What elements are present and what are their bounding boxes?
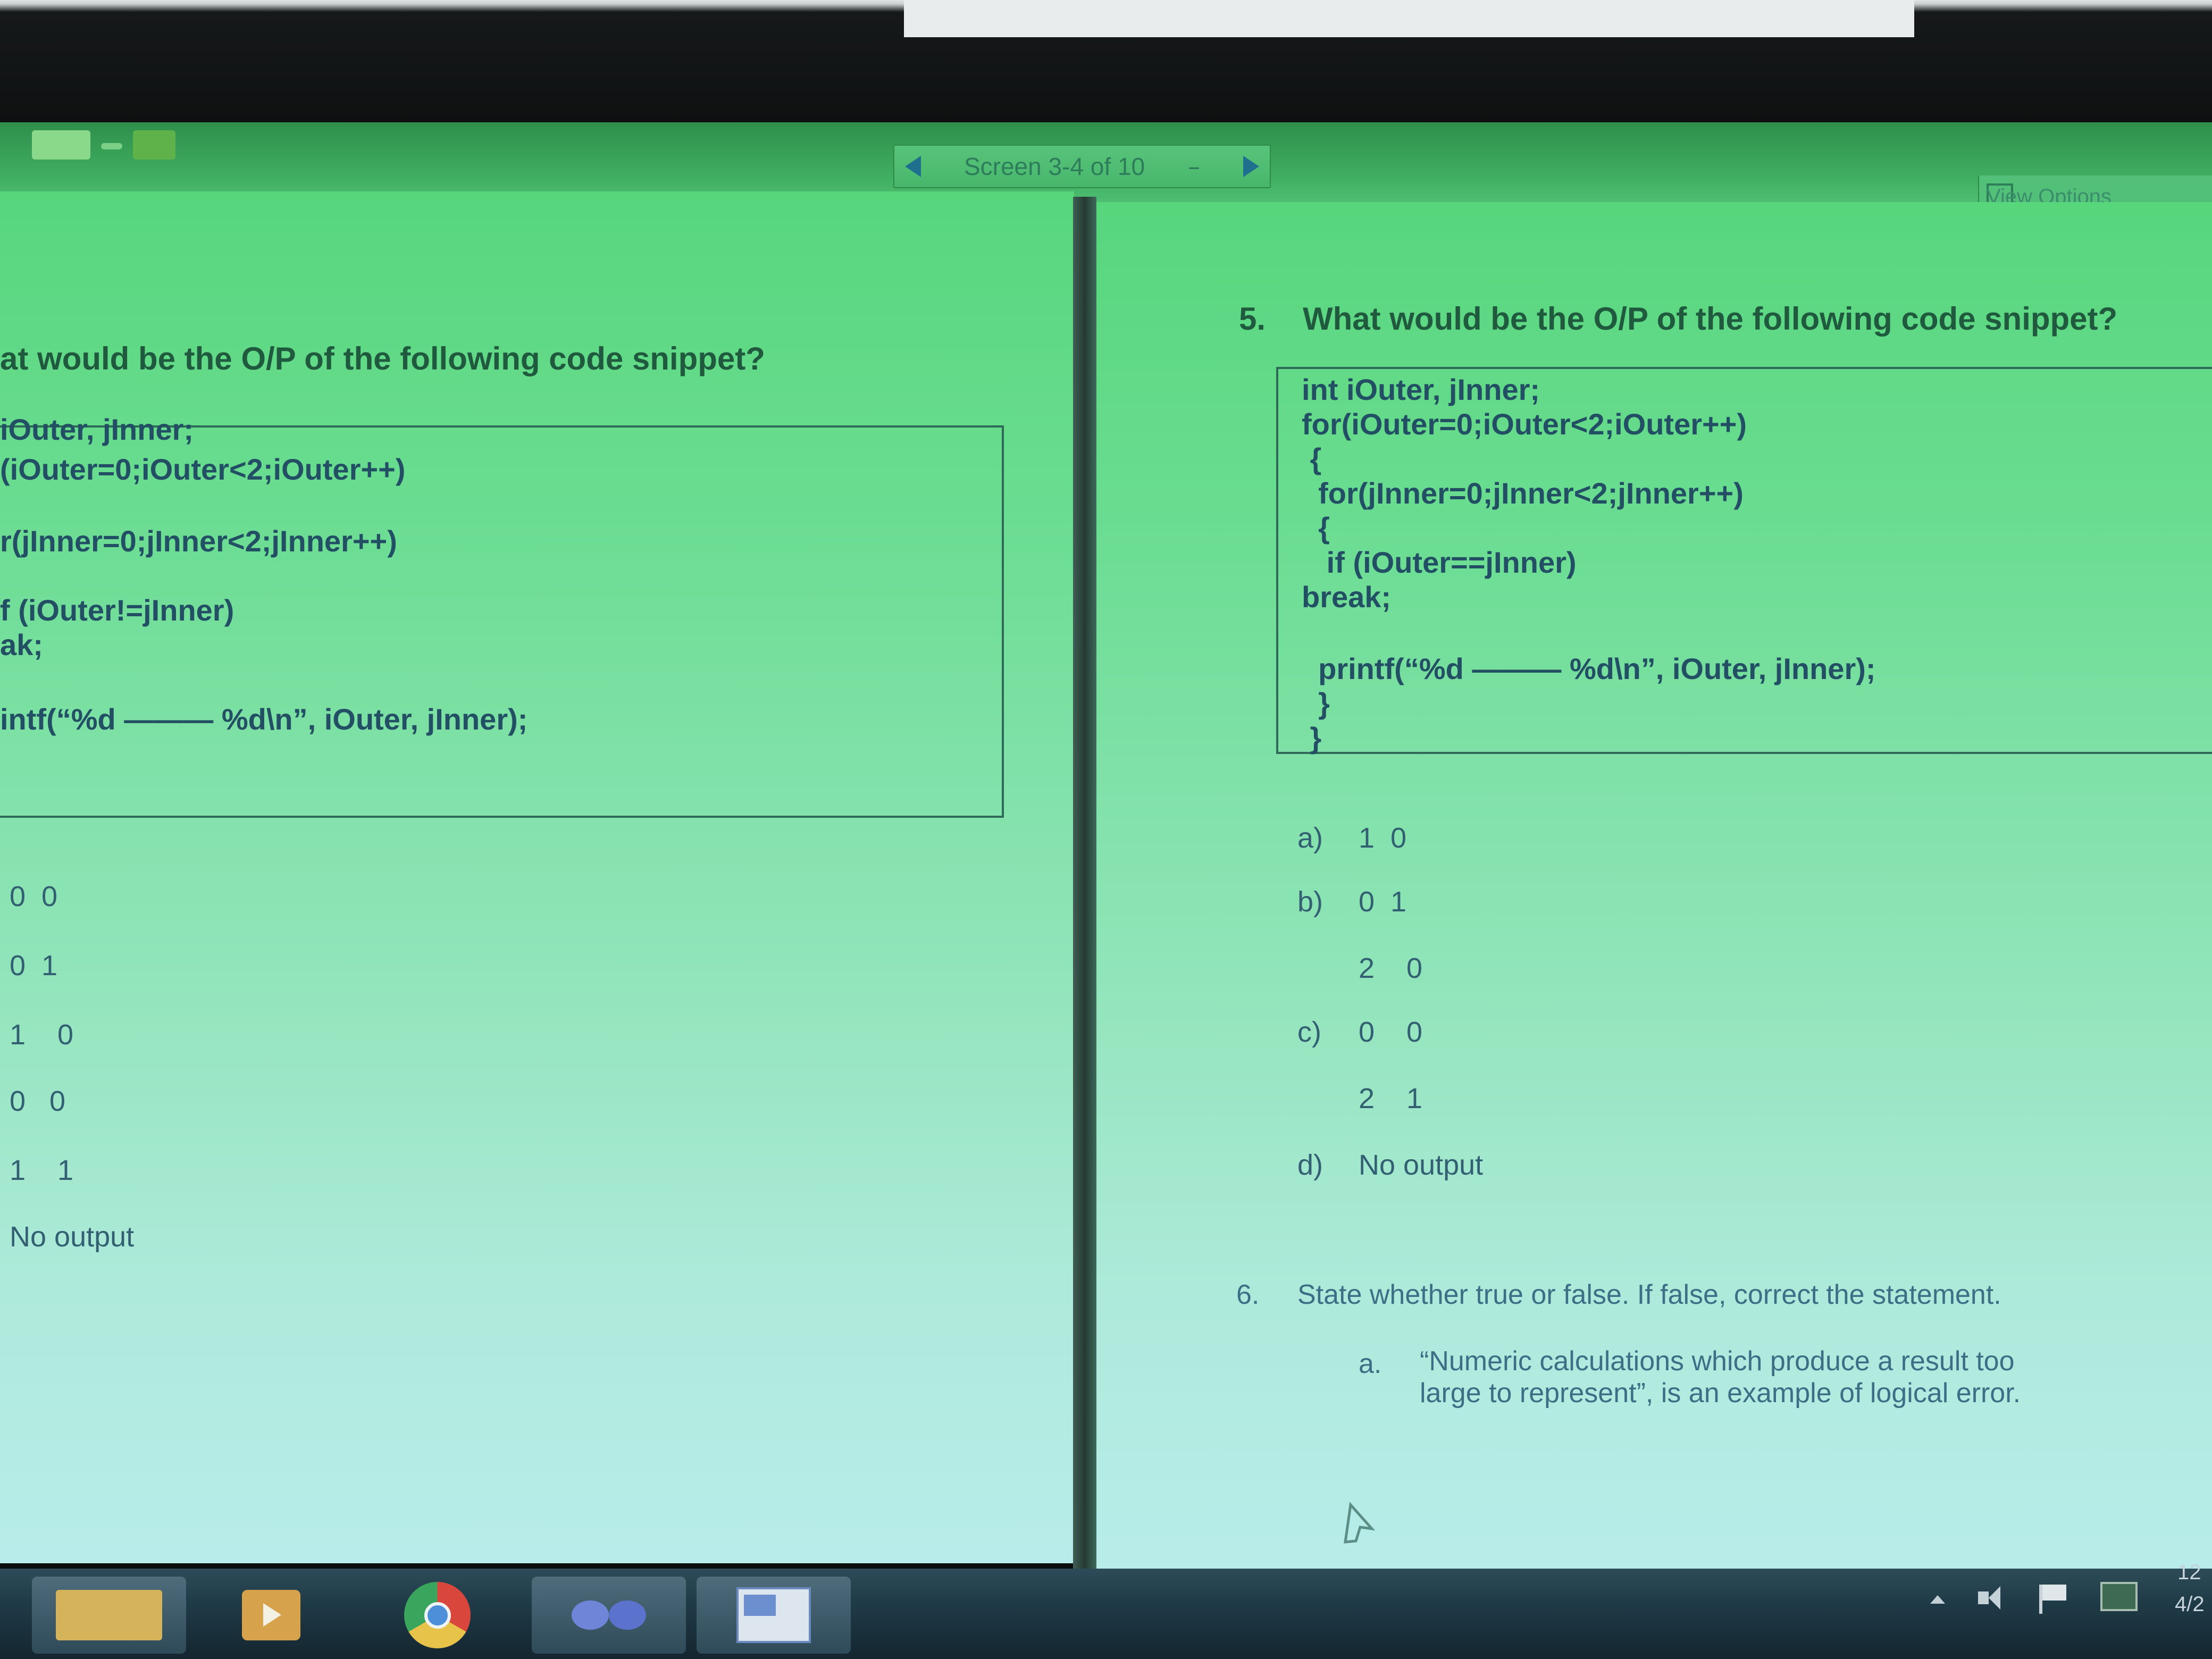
taskbar-button-chrome[interactable]	[367, 1577, 521, 1654]
q6-item-line: “Numeric calculations which produce a re…	[1420, 1346, 2015, 1377]
q6-title: State whether true or false. If false, c…	[1297, 1279, 2001, 1310]
taskbar-button-word[interactable]	[697, 1577, 851, 1654]
clock-time[interactable]: 12	[2177, 1561, 2201, 1585]
page-divider	[1073, 197, 1096, 1574]
monitor-bezel	[0, 0, 2212, 133]
q5-title: What would be the O/P of the following c…	[1303, 301, 2118, 337]
q6-number: 6.	[1236, 1279, 1260, 1310]
right-code-line: break;	[1302, 580, 1392, 614]
left-option: No output	[10, 1221, 135, 1253]
q6-item-letter: a.	[1359, 1348, 1382, 1379]
left-option: 0 0	[10, 1085, 66, 1117]
right-code-line: for(jInner=0;jInner<2;jInner++)	[1302, 476, 1744, 510]
right-code-line: printf(“%d ——— %d\n”, iOuter, jInner);	[1302, 652, 1876, 685]
next-screen-arrow-icon[interactable]	[1243, 156, 1259, 177]
left-option: 0 1	[10, 950, 58, 982]
option-value: 2 1	[1359, 1083, 1423, 1115]
option-letter: a)	[1297, 822, 1323, 854]
q6-item-line: large to represent”, is an example of lo…	[1420, 1378, 2021, 1409]
media-player-icon	[242, 1590, 300, 1640]
mouse-cursor-icon	[1344, 1502, 1376, 1544]
file-explorer-icon	[56, 1590, 162, 1640]
left-code-line: ak;	[0, 628, 43, 661]
left-option: 1 0	[10, 1019, 74, 1051]
screen-dash: –	[1188, 152, 1201, 181]
option-value: 0 1	[1359, 886, 1407, 918]
left-option: 1 1	[10, 1154, 74, 1186]
option-value: 1 0	[1359, 822, 1407, 854]
right-code-line: if (iOuter==jInner)	[1302, 546, 1577, 579]
q5-number: 5.	[1239, 301, 1266, 337]
taskbar-button-infinity[interactable]	[532, 1577, 686, 1654]
volume-icon[interactable]	[1978, 1582, 2010, 1614]
word-icon	[736, 1587, 811, 1643]
infinity-app-icon	[572, 1601, 646, 1630]
option-letter: b)	[1297, 886, 1323, 918]
option-value: No output	[1359, 1149, 1484, 1181]
left-page	[0, 191, 1074, 1563]
separator	[101, 143, 122, 149]
quick-access-toolbar	[21, 125, 175, 167]
left-question-title: at would be the O/P of the following cod…	[0, 341, 765, 376]
left-code-line: iOuter, jInner;	[0, 413, 194, 446]
chrome-icon	[404, 1582, 471, 1648]
show-hidden-icons-icon[interactable]	[1930, 1595, 1945, 1604]
network-icon[interactable]	[2100, 1582, 2138, 1611]
undo-icon[interactable]	[32, 130, 90, 160]
option-value: 2 0	[1359, 952, 1423, 984]
taskbar-button-explorer[interactable]	[32, 1577, 186, 1654]
option-letter: c)	[1297, 1016, 1321, 1048]
option-letter: d)	[1297, 1149, 1323, 1181]
background-wall	[904, 0, 1914, 37]
right-code-line: {	[1302, 442, 1322, 475]
clock-date[interactable]: 4/2	[2175, 1593, 2205, 1616]
screen-navigator: Screen 3-4 of 10 –	[893, 145, 1271, 188]
right-code-line: }	[1302, 686, 1330, 720]
action-center-flag-icon[interactable]	[2037, 1582, 2074, 1614]
left-option: 0 0	[10, 881, 58, 912]
left-code-line: intf(“%d ——— %d\n”, iOuter, jInner);	[0, 702, 528, 736]
left-code-line: (iOuter=0;iOuter<2;iOuter++)	[0, 453, 406, 486]
right-code-line: {	[1302, 511, 1330, 544]
save-icon[interactable]	[133, 130, 175, 160]
taskbar-button-media[interactable]	[197, 1577, 351, 1654]
right-code-line: int iOuter, jInner;	[1302, 373, 1540, 406]
screen-label: Screen 3-4 of 10	[963, 153, 1145, 180]
right-code-line: for(iOuter=0;iOuter<2;iOuter++)	[1302, 407, 1747, 441]
left-code-line: f (iOuter!=jInner)	[0, 593, 234, 627]
option-value: 0 0	[1359, 1016, 1423, 1048]
left-code-line: r(jInner=0;jInner<2;jInner++)	[0, 524, 397, 558]
right-code-line: }	[1302, 721, 1322, 755]
previous-screen-arrow-icon[interactable]	[905, 156, 921, 177]
